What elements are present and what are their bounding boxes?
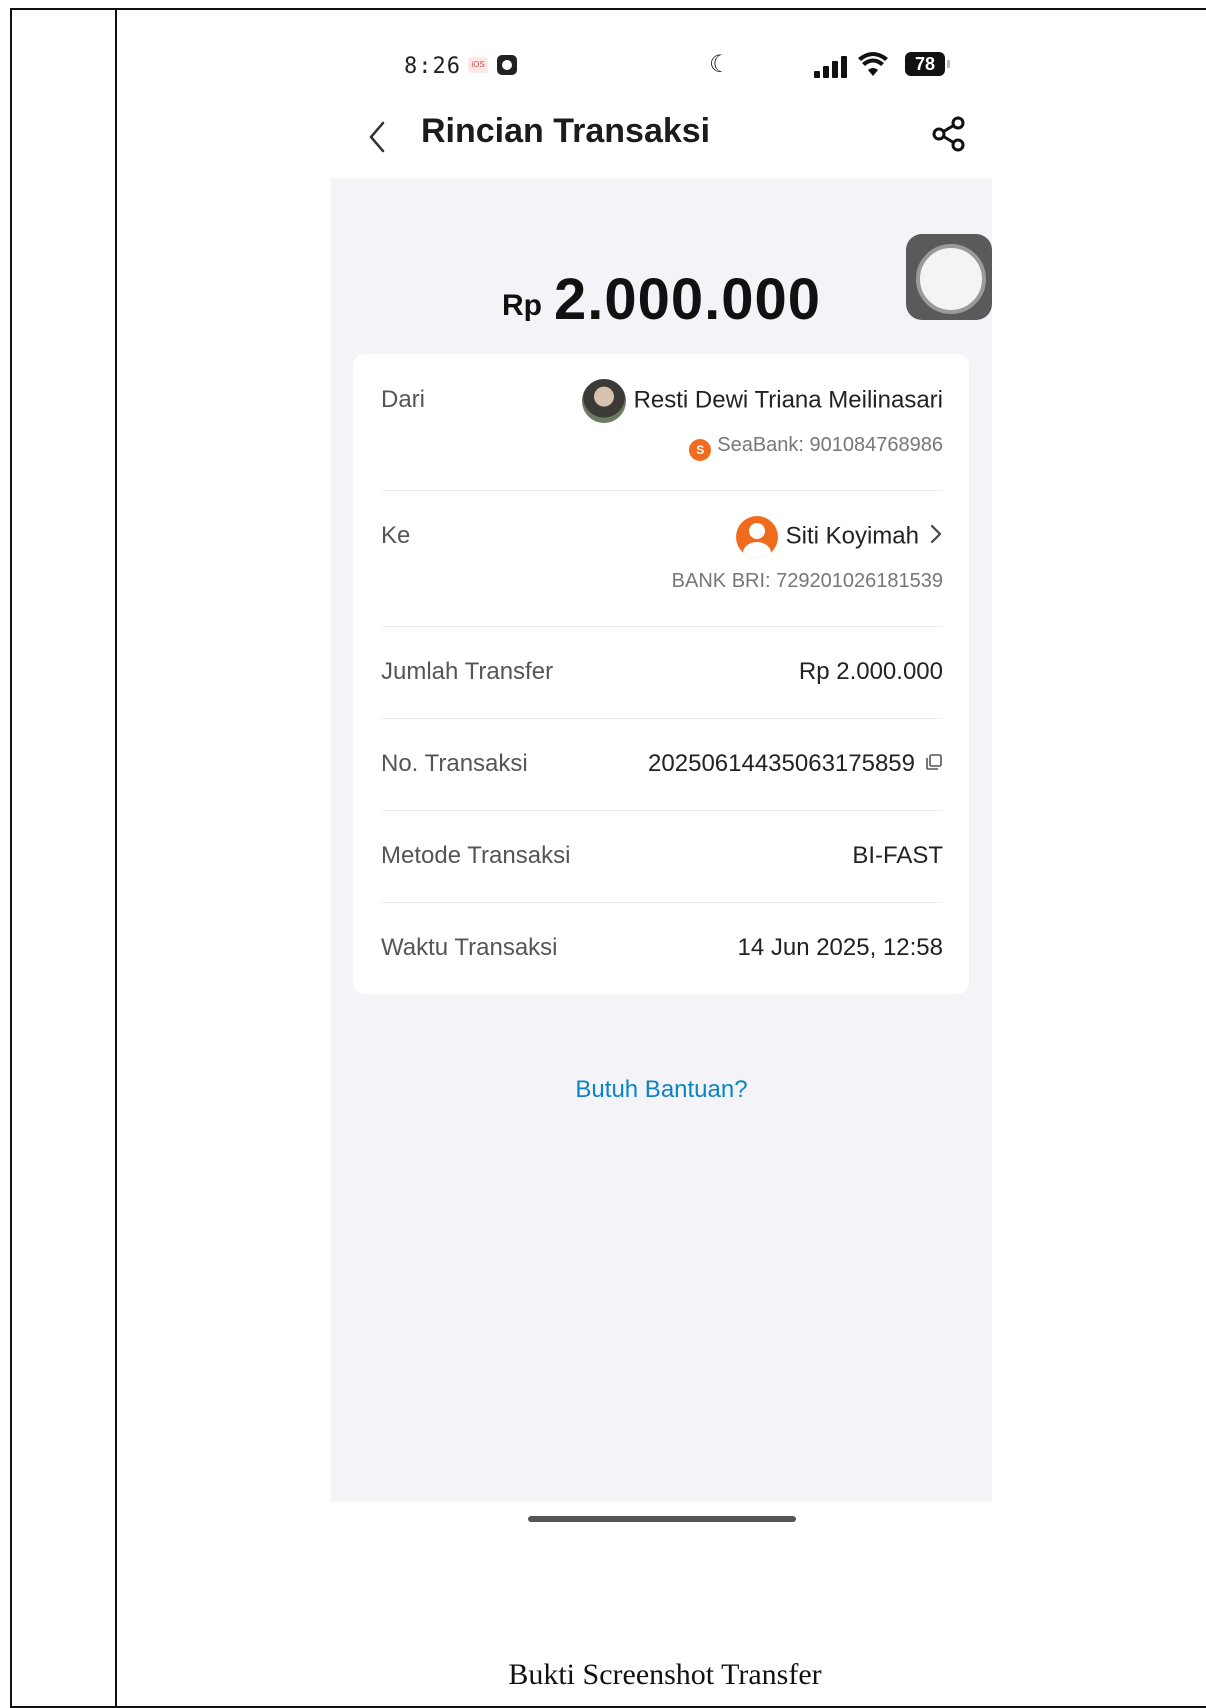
transaction-no-label: No. Transaksi — [381, 750, 528, 777]
battery-icon: 78 — [905, 52, 950, 76]
transaction-amount: Rp 2.000.000 — [331, 266, 992, 333]
detail-row-transfer-amount: Jumlah Transfer Rp 2.000.000 — [381, 626, 943, 719]
back-chevron-icon[interactable] — [367, 120, 389, 154]
seabank-icon: S — [689, 439, 712, 461]
detail-row-time: Waktu Transaksi 14 Jun 2025, 12:58 — [381, 902, 943, 994]
assistive-touch-button[interactable] — [906, 234, 992, 320]
sender-account: SeaBank: 901084768986 — [717, 434, 943, 456]
from-label: Dari — [381, 386, 426, 413]
screen-record-icon — [497, 55, 517, 75]
detail-row-from: Dari Resti Dewi Triana Meilinasari S SeaB… — [381, 354, 943, 491]
time-value: 14 Jun 2025, 12:58 — [737, 934, 943, 961]
transfer-amount-value: Rp 2.000.000 — [798, 658, 943, 685]
document-column-divider — [115, 8, 117, 1708]
user-avatar-icon — [735, 516, 778, 558]
amount-value: 2.000.000 — [553, 267, 822, 332]
help-link[interactable]: Butuh Bantuan? — [331, 1076, 992, 1104]
phone-screenshot: 8:26 iOS ☾ 78 Rincian Transaksi Rp 2.000.… — [331, 32, 992, 1532]
transfer-amount-label: Jumlah Transfer — [381, 658, 554, 685]
amount-currency: Rp — [501, 289, 542, 322]
home-indicator[interactable] — [528, 1516, 796, 1522]
method-value: BI-FAST — [852, 842, 943, 869]
document-caption: Bukti Screenshot Transfer — [508, 1658, 822, 1691]
sender-name: Resti Dewi Triana Meilinasari — [633, 386, 943, 414]
detail-row-transaction-no: No. Transaksi 20250614435063175859 — [381, 718, 943, 811]
time-label: Waktu Transaksi — [381, 934, 558, 961]
detail-row-to[interactable]: Ke Siti Koyimah BANK BRI: 72920102618153… — [381, 490, 943, 627]
chevron-right-icon — [930, 525, 942, 544]
from-account-line: S SeaBank: 901084768986 — [689, 434, 943, 461]
wifi-icon — [858, 52, 888, 76]
copy-icon[interactable] — [925, 753, 943, 771]
signal-icon — [814, 56, 848, 78]
detail-row-method: Metode Transaksi BI-FAST — [381, 810, 943, 903]
details-card: Dari Resti Dewi Triana Meilinasari S SeaB… — [353, 354, 969, 994]
page-title: Rincian Transaksi — [421, 112, 711, 150]
share-icon[interactable] — [931, 116, 967, 152]
recipient-account: BANK BRI: 729201026181539 — [671, 570, 943, 592]
method-label: Metode Transaksi — [381, 842, 571, 869]
transaction-content: Rp 2.000.000 Dari Resti Dewi Triana Meili… — [331, 178, 992, 1502]
to-label: Ke — [381, 522, 411, 549]
status-bar: 8:26 iOS ☾ 78 — [331, 32, 992, 102]
recipient-name: Siti Koyimah — [785, 522, 919, 550]
from-name-line: Resti Dewi Triana Meilinasari — [581, 379, 943, 423]
to-name-line[interactable]: Siti Koyimah — [735, 516, 943, 558]
transaction-no-line: 20250614435063175859 — [648, 750, 943, 778]
ios-badge-icon: iOS — [468, 57, 488, 73]
transaction-no-value: 20250614435063175859 — [648, 750, 915, 777]
sender-avatar — [581, 379, 626, 423]
moon-icon: ☾ — [709, 51, 731, 78]
status-time: 8:26 — [404, 54, 461, 79]
